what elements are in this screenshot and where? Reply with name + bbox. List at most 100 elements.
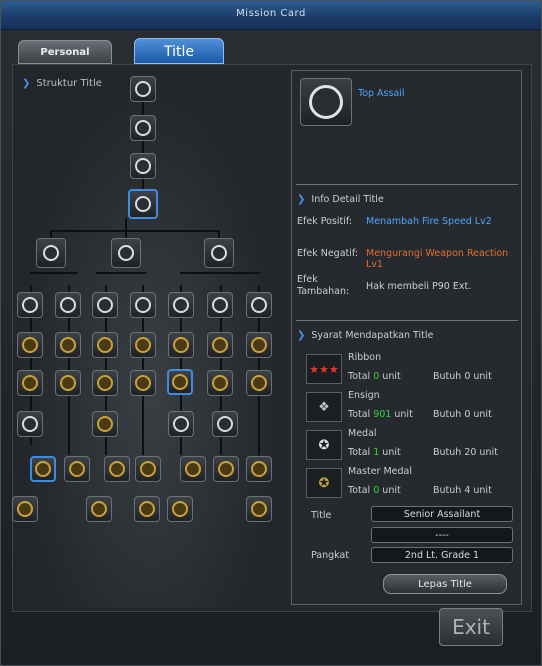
crosshair-rank-icon [97,337,113,353]
negative-value: Mengurangi Weapon Reaction Lv1 [366,248,509,270]
rank-field: 2nd Lt. Grade 1 [371,547,513,563]
title-node-r6-5[interactable] [246,496,272,522]
title-node-r5-1-selected[interactable] [30,456,56,482]
title-node-r2-7[interactable] [246,332,272,358]
title-slot-2[interactable]: ---- [371,527,513,543]
requirements-header: ❯ Syarat Mendapatkan Title [297,330,433,341]
title-node-r3-7[interactable] [246,370,272,396]
title-node-branch-1[interactable] [36,238,66,268]
title-node-r6-2[interactable] [86,496,112,522]
req-total-prefix: Total [348,485,371,496]
wing-emblem-icon [118,245,134,261]
req-name: Master Medal [348,466,412,477]
title-node-r5-3[interactable] [104,456,130,482]
circle-lines-icon [135,158,151,174]
title-node-r2-1[interactable] [17,332,43,358]
req-need: Butuh 20 unit [433,447,498,458]
req-total: Total 901 unit [348,409,413,420]
title-node-r5-4[interactable] [135,456,161,482]
pistol-rank-icon [135,375,151,391]
triple-bullet-rank-icon [251,375,267,391]
title-node-r6-1[interactable] [12,496,38,522]
title-node-r5-2[interactable] [64,456,90,482]
title-node-r1-4[interactable] [130,292,156,318]
req-total: Total 0 unit [348,485,401,496]
title-node-r2-4[interactable] [130,332,156,358]
req-name: Ensign [348,390,380,401]
tab-personal-mission[interactable]: Personal Mission [18,40,112,82]
title-node-r1-1[interactable] [17,292,43,318]
positive-value: Menambah Fire Speed Lv2 [366,216,492,227]
grenade-medal-icon [218,461,234,477]
arrow-icon: ❯ [22,78,31,89]
title-node-r3-6[interactable] [207,370,233,396]
title-node-r6-3[interactable] [134,496,160,522]
crosshair-icon [97,416,113,432]
bullet-icon [22,416,38,432]
title-node-r3-5-selected[interactable] [167,369,193,395]
title-slot-1[interactable]: Senior Assailant [371,506,513,522]
title-node-r4-2[interactable] [92,411,118,437]
selected-title-name: Top Assail [358,88,405,99]
pistol-medal-icon [140,461,156,477]
req-total-value: 901 [373,409,392,420]
tab-title[interactable]: Title [134,38,224,64]
master-medal-icon: ✪ [306,468,342,498]
title-node-r3-4[interactable] [130,370,156,396]
triple-bullet-rank-icon [309,85,343,119]
triple-bullet-rank-icon [173,337,189,353]
triple-bullet-icon [173,416,189,432]
tree-header: ❯ Struktur Title [22,78,102,89]
title-node-r1-3[interactable] [92,292,118,318]
title-node-branch-2[interactable] [111,238,141,268]
requirements-header-label: Syarat Mendapatkan Title [311,330,434,341]
req-total-prefix: Total [348,371,371,382]
star-winged-icon [91,501,107,517]
window-title: Mission Card [1,1,541,30]
title-node-r4-4[interactable] [212,411,238,437]
req-unit: unit [394,409,413,420]
title-node-minus-3[interactable] [130,153,156,179]
title-node-r1-5[interactable] [168,292,194,318]
knife-winged-icon [17,501,33,517]
title-node-r5-6[interactable] [213,456,239,482]
title-node-r1-7[interactable] [246,292,272,318]
req-need: Butuh 4 unit [433,485,492,496]
grenade-icon [217,416,233,432]
title-node-r2-5[interactable] [168,332,194,358]
lepas-title-button[interactable]: Lepas Title [383,574,507,594]
req-unit: unit [382,485,401,496]
title-node-branch-3[interactable] [204,238,234,268]
title-node-r3-3[interactable] [92,370,118,396]
title-node-minus-2[interactable] [130,115,156,141]
req-total: Total 1 unit [348,447,401,458]
title-node-r3-2[interactable] [55,370,81,396]
triple-bullet-medal-icon [251,461,267,477]
title-node-r6-4[interactable] [167,496,193,522]
pistol-winged-icon [139,501,155,517]
bullet-rank-icon [22,337,38,353]
title-node-r1-2[interactable] [55,292,81,318]
title-node-r2-3[interactable] [92,332,118,358]
crosshair-rank-icon [97,375,113,391]
title-node-r5-7[interactable] [246,456,272,482]
star-emblem-icon [211,245,227,261]
title-node-r3-1[interactable] [17,370,43,396]
knife-medal-icon [69,461,85,477]
knife-rank-icon [60,337,76,353]
title-node-r2-6[interactable] [207,332,233,358]
exit-button[interactable]: Exit [439,608,503,646]
title-node-r4-3[interactable] [168,411,194,437]
title-node-selected-root[interactable] [128,189,158,219]
star-emblem-icon [43,245,59,261]
req-need: Butuh 0 unit [433,371,492,382]
title-node-minus-1[interactable] [130,76,156,102]
info-header: ❯ Info Detail Title [297,194,384,205]
req-total-prefix: Total [348,409,371,420]
title-node-r4-1[interactable] [17,411,43,437]
title-label: Title [311,510,332,521]
title-node-r2-2[interactable] [55,332,81,358]
title-node-r5-5[interactable] [180,456,206,482]
title-node-r1-6[interactable] [207,292,233,318]
positive-label: Efek Positif: [297,216,353,227]
